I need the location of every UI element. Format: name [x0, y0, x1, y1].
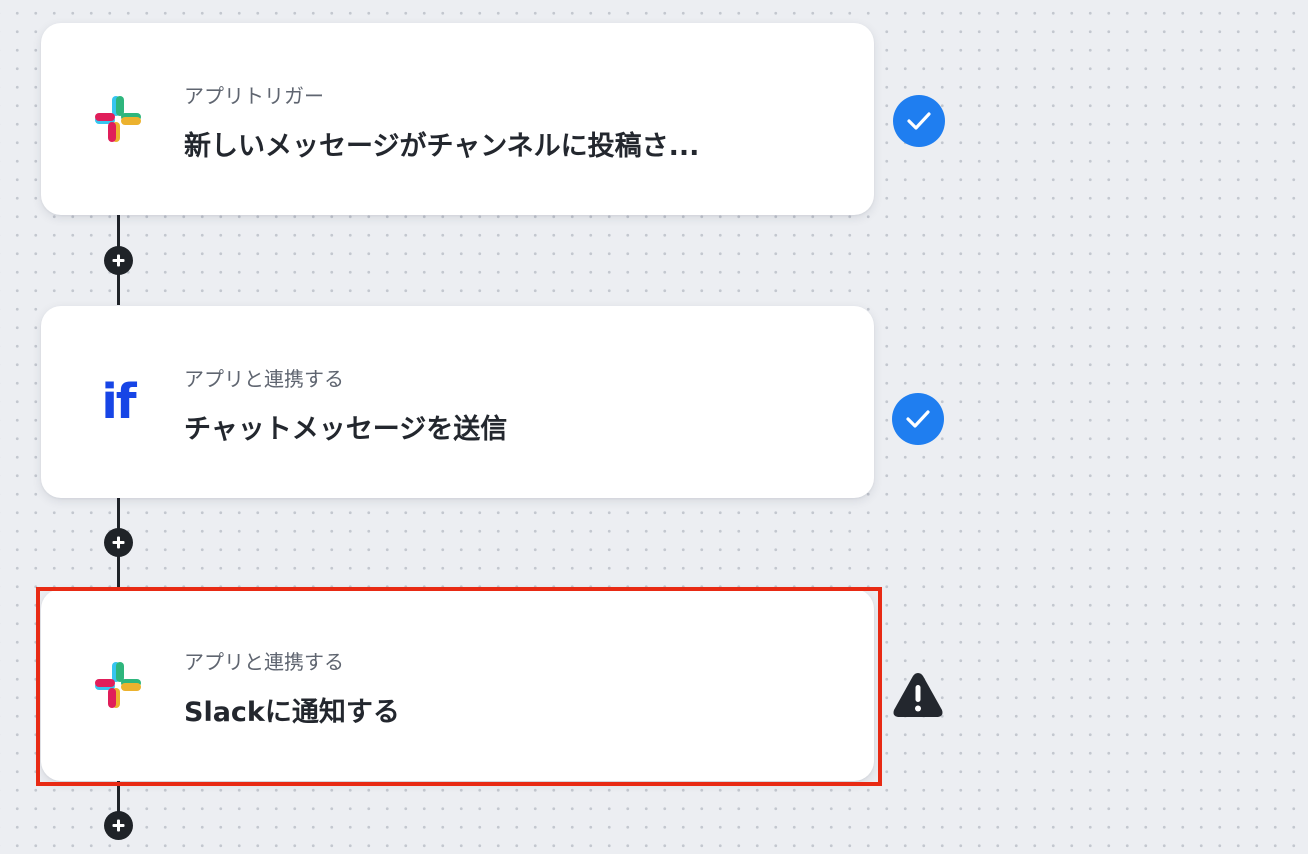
add-step-button[interactable] — [104, 528, 133, 557]
add-step-button[interactable] — [104, 246, 133, 275]
step-title: Slackに通知する — [184, 697, 400, 728]
flow-step-card-action[interactable]: アプリと連携する Slackに通知する — [41, 589, 874, 781]
flow-step-card-trigger[interactable]: アプリトリガー 新しいメッセージがチャンネルに投稿さ... — [41, 23, 874, 215]
plus-icon — [112, 536, 125, 549]
add-step-button[interactable] — [104, 811, 133, 840]
success-check-icon — [893, 95, 945, 147]
plus-icon — [112, 254, 125, 267]
if-logo-text: if — [101, 374, 136, 430]
step-type-label: アプリと連携する — [184, 367, 344, 391]
warning-icon — [891, 670, 945, 720]
success-check-icon — [892, 393, 944, 445]
if-icon: if — [93, 377, 143, 427]
step-title: 新しいメッセージがチャンネルに投稿さ... — [184, 131, 700, 162]
slack-icon — [93, 94, 143, 144]
step-title: チャットメッセージを送信 — [184, 414, 508, 445]
slack-icon — [93, 660, 143, 710]
step-type-label: アプリと連携する — [184, 650, 344, 674]
step-type-label: アプリトリガー — [184, 84, 324, 108]
flow-step-card-action[interactable]: if アプリと連携する チャットメッセージを送信 — [41, 306, 874, 498]
plus-icon — [112, 819, 125, 832]
